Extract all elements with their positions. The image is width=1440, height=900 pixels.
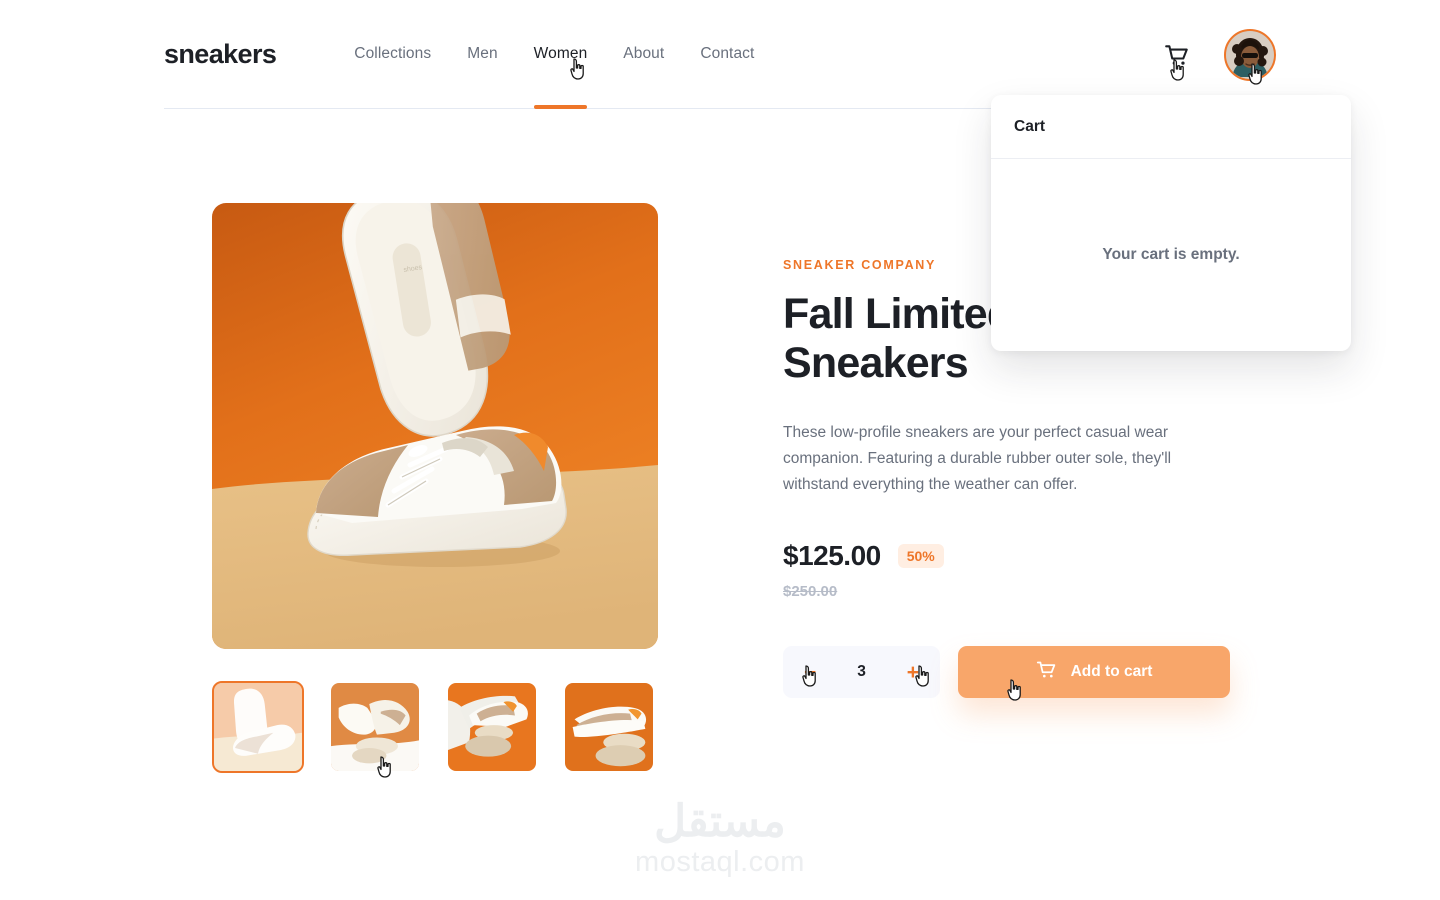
purchase-actions: − 3 + Add to cart: [783, 646, 1243, 698]
cart-panel-body: Your cart is empty.: [991, 159, 1351, 351]
watermark-latin: mostaql.com: [635, 846, 805, 878]
main-navigation: Collections Men Women About Contact: [336, 0, 772, 109]
cart-panel-title: Cart: [1014, 117, 1046, 135]
main-product-image[interactable]: shoes: [212, 203, 658, 649]
add-to-cart-button[interactable]: Add to cart: [958, 646, 1230, 698]
quantity-value: 3: [857, 663, 866, 680]
product-description: These low-profile sneakers are your perf…: [783, 424, 1172, 493]
discount-badge: 50%: [897, 544, 944, 568]
quantity-stepper: − 3 +: [783, 646, 940, 698]
cart-empty-message: Your cart is empty.: [1102, 246, 1240, 263]
cart-panel-header: Cart: [991, 95, 1351, 159]
current-price: $125.00: [783, 540, 881, 571]
thumbnail-list: [212, 681, 658, 773]
nav-item-collections[interactable]: Collections: [336, 0, 449, 109]
thumbnail-3[interactable]: [446, 681, 538, 773]
cart-dropdown-panel: Cart Your cart is empty.: [991, 95, 1351, 351]
product-gallery: shoes: [212, 203, 658, 773]
price-row: $125.00 50%: [783, 540, 1243, 572]
thumbnail-2[interactable]: [329, 681, 421, 773]
watermark-arabic: مستقل: [654, 797, 786, 846]
thumbnail-1[interactable]: [212, 681, 304, 773]
original-price: $250.00: [783, 583, 838, 600]
increase-quantity-button[interactable]: +: [903, 660, 923, 685]
brand-logo[interactable]: sneakers: [164, 39, 277, 70]
nav-item-about[interactable]: About: [605, 0, 682, 109]
avatar[interactable]: [1224, 28, 1276, 81]
shopping-cart-icon[interactable]: [1164, 42, 1190, 68]
cart-icon: [1036, 659, 1057, 685]
page-root: sneakers Collections Men Women About Con…: [0, 0, 1440, 900]
thumbnail-4[interactable]: [563, 681, 655, 773]
add-to-cart-label: Add to cart: [1070, 663, 1153, 680]
watermark: مستقل mostaql.com: [0, 800, 1440, 879]
nav-item-contact[interactable]: Contact: [682, 0, 772, 109]
nav-item-women[interactable]: Women: [516, 0, 606, 109]
site-header: sneakers Collections Men Women About Con…: [164, 0, 1276, 109]
decrease-quantity-button[interactable]: −: [800, 660, 820, 685]
header-actions: [1164, 0, 1276, 109]
nav-item-men[interactable]: Men: [449, 0, 515, 109]
